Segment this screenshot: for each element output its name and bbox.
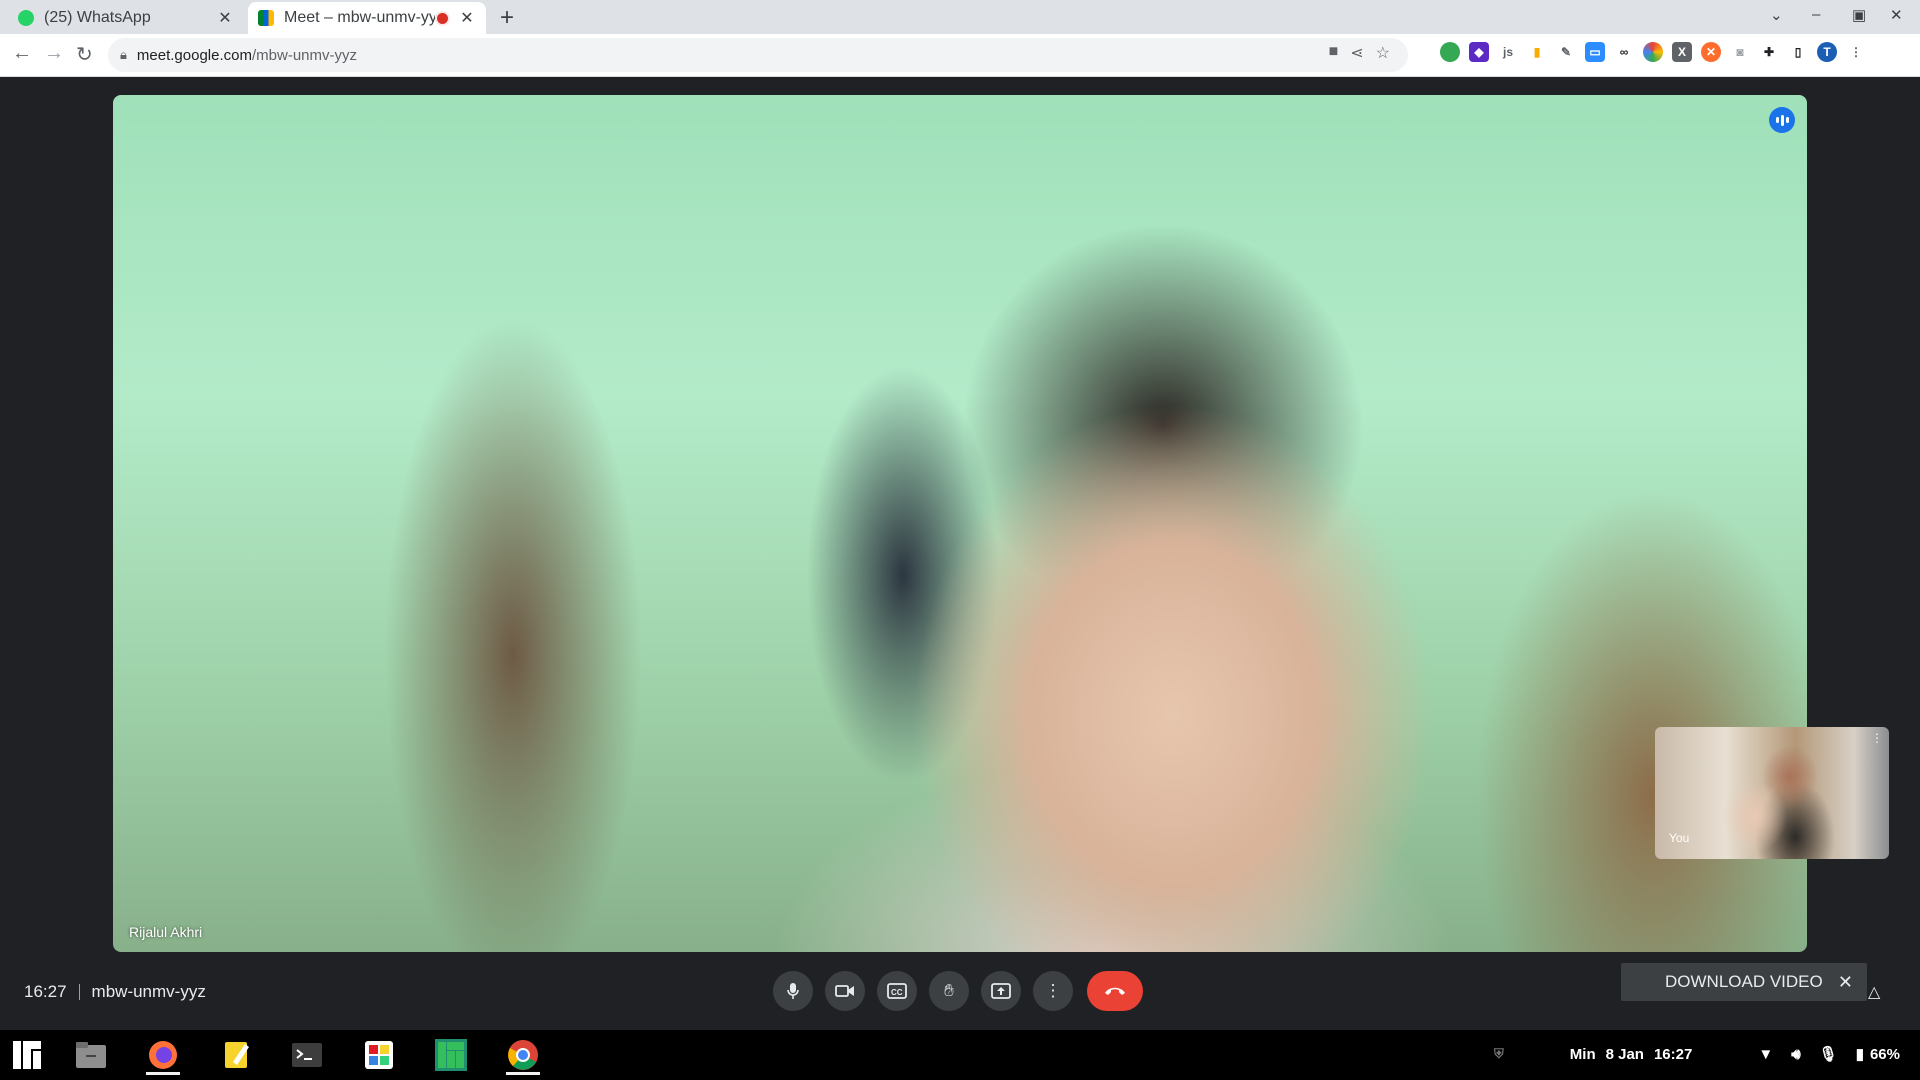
url-domain: meet.google.com [136, 46, 252, 64]
present-button[interactable] [981, 971, 1021, 1011]
zoom-icon[interactable]: ▭ [1585, 42, 1605, 62]
lock-icon[interactable]: 🔒︎ [120, 47, 127, 63]
camera-icon[interactable]: ◙ [1730, 42, 1750, 62]
whatsapp-icon [18, 10, 34, 26]
tab-meet[interactable]: Meet – mbw-unmv-yy ✕ [248, 2, 486, 34]
chrome-icon[interactable] [506, 1038, 540, 1075]
reload-button[interactable]: ↻ [76, 42, 93, 67]
browser-menu-icon[interactable]: ⋮ [1846, 42, 1866, 62]
js-icon[interactable]: js [1498, 42, 1518, 62]
meeting-time: 16:27 [24, 982, 67, 1001]
wifi-icon[interactable]: ▼ [1758, 1046, 1773, 1063]
camera-icon [835, 985, 854, 997]
microphone-button[interactable] [773, 971, 813, 1011]
forward-button[interactable]: → [44, 42, 64, 65]
call-controls: CC ✋︎ ⋮ [773, 971, 1143, 1011]
software-store-icon[interactable] [362, 1038, 396, 1072]
more-options-icon: ⋮ [1044, 981, 1062, 1000]
terminal-icon[interactable] [290, 1038, 324, 1072]
battery-icon[interactable]: ▮ [1856, 1045, 1864, 1063]
tray-clock[interactable]: 16:27 [1654, 1046, 1692, 1063]
meeting-details: 16:27 mbw-unmv-yyz [24, 982, 206, 1002]
minimize-window-button[interactable]: – [1812, 6, 1820, 23]
end-call-icon [1105, 987, 1125, 995]
participant-video-tile[interactable]: Rijalul Akhri [113, 95, 1807, 952]
microphone-icon [787, 983, 799, 999]
download-video-button[interactable]: DOWNLOAD VIDEO [1665, 972, 1823, 992]
orange-extension-icon[interactable]: ✕ [1701, 42, 1721, 62]
tab-title: (25) WhatsApp [44, 9, 151, 26]
browser-tabstrip: (25) WhatsApp ✕ Meet – mbw-unmv-yy ✕ + ⌄… [0, 0, 1920, 34]
share-icon[interactable]: ⋖ [1350, 43, 1363, 63]
profile-icon[interactable]: T [1817, 42, 1837, 62]
chart-icon[interactable]: ▮ [1527, 42, 1547, 62]
participant-name: Rijalul Akhri [129, 924, 203, 940]
notes-icon[interactable] [220, 1038, 254, 1072]
volume-icon[interactable]: 🔊︎ [1791, 1046, 1800, 1063]
tab-title: Meet – mbw-unmv-yy [284, 9, 435, 26]
present-icon [991, 983, 1011, 999]
purple-extension-icon[interactable]: ◆ [1469, 42, 1489, 62]
back-button[interactable]: ← [12, 42, 32, 65]
security-shield-icon[interactable]: ⛨ [1494, 1046, 1504, 1062]
files-icon[interactable] [74, 1038, 108, 1072]
close-tab-icon[interactable]: ✕ [458, 8, 476, 28]
x-icon[interactable]: X [1672, 42, 1692, 62]
activities-icon[interactable]: △ [1868, 982, 1880, 1002]
meet-stage: Rijalul Akhri [0, 77, 1920, 1030]
url-path: /mbw-unmv-yyz [252, 46, 358, 64]
self-video-tile[interactable]: You ⋮ [1655, 727, 1889, 859]
browser-toolbar: ← → ↻ 🔒︎ meet.google.com /mbw-unmv-yyz ■… [0, 34, 1920, 77]
google-meet-icon [258, 10, 274, 26]
extensions-bar: ◆ js ▮ ✎ ▭ ∞ X ✕ ◙ ✚ ▯ T ⋮ [1440, 42, 1866, 62]
close-popup-button[interactable]: ✕ [1838, 972, 1853, 993]
sidebar-icon[interactable]: ▯ [1788, 42, 1808, 62]
address-bar[interactable]: 🔒︎ meet.google.com /mbw-unmv-yyz ■ ⋖ ☆ [108, 38, 1408, 72]
more-options-icon[interactable]: ⋮ [1871, 731, 1883, 745]
camera-button[interactable] [825, 971, 865, 1011]
more-options-button[interactable]: ⋮ [1033, 971, 1073, 1011]
green-shield-icon[interactable] [1440, 42, 1460, 62]
maximize-window-button[interactable]: ▣ [1852, 6, 1866, 24]
self-label: You [1669, 831, 1690, 845]
tray-date[interactable]: 8 Jan [1606, 1046, 1644, 1063]
tab-whatsapp[interactable]: (25) WhatsApp ✕ [8, 2, 244, 34]
battery-percent[interactable]: 66% [1870, 1046, 1900, 1063]
microphone-icon[interactable]: 🎙︎ [1819, 1045, 1838, 1063]
manjaro-icon[interactable] [434, 1038, 468, 1072]
speaking-indicator-icon [1769, 107, 1795, 133]
svg-text:CC: CC [891, 988, 903, 997]
new-tab-button[interactable]: + [500, 4, 514, 32]
download-video-popup: DOWNLOAD VIDEO ✕ [1621, 963, 1867, 1001]
puzzle-icon[interactable]: ✚ [1759, 42, 1779, 62]
recording-indicator-icon [435, 10, 450, 26]
glasses-icon[interactable]: ∞ [1614, 42, 1634, 62]
bookmark-star-icon[interactable]: ☆ [1376, 43, 1390, 63]
color-wheel-icon[interactable] [1643, 42, 1663, 62]
manjaro-menu-icon[interactable] [10, 1038, 44, 1072]
raise-hand-icon: ✋︎ [944, 981, 954, 1000]
meeting-code[interactable]: mbw-unmv-yyz [92, 982, 206, 1002]
captions-button[interactable]: CC [877, 971, 917, 1011]
close-tab-icon[interactable]: ✕ [216, 8, 234, 28]
firefox-icon[interactable] [146, 1038, 180, 1075]
end-call-button[interactable] [1087, 971, 1143, 1011]
system-tray: ⛨ Min 8 Jan 16:27 ▼ 🔊︎ 🎙︎ ▮ 66% [1494, 1045, 1900, 1064]
tab-search-icon[interactable]: ⌄ [1770, 6, 1783, 24]
os-taskbar: ⛨ Min 8 Jan 16:27 ▼ 🔊︎ 🎙︎ ▮ 66% [0, 1030, 1920, 1080]
divider [78, 984, 80, 1000]
close-window-button[interactable]: ✕ [1890, 6, 1903, 24]
tray-day[interactable]: Min [1570, 1046, 1596, 1063]
pen-icon[interactable]: ✎ [1556, 42, 1576, 62]
captions-icon: CC [887, 983, 907, 999]
raise-hand-button[interactable]: ✋︎ [929, 971, 969, 1011]
camera-in-use-icon[interactable]: ■ [1329, 43, 1339, 63]
